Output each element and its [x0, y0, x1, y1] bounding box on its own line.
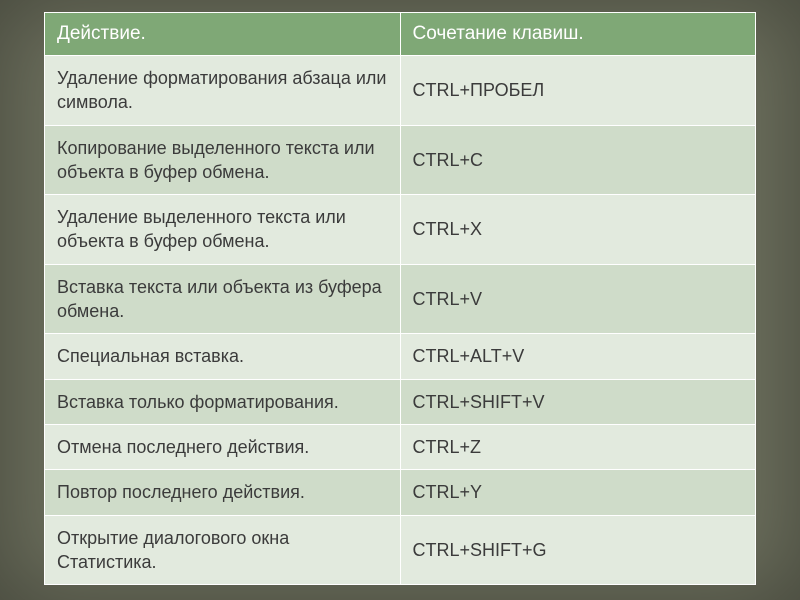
cell-action: Повтор последнего действия.	[45, 470, 401, 515]
table-row: Специальная вставка. CTRL+ALT+V	[45, 334, 756, 379]
table-row: Вставка текста или объекта из буфера обм…	[45, 264, 756, 334]
table-header-row: Действие. Сочетание клавиш.	[45, 13, 756, 56]
table-row: Повтор последнего действия. CTRL+Y	[45, 470, 756, 515]
cell-shortcut: CTRL+V	[400, 264, 756, 334]
cell-shortcut: CTRL+SHIFT+V	[400, 379, 756, 424]
header-action: Действие.	[45, 13, 401, 56]
cell-shortcut: CTRL+ALT+V	[400, 334, 756, 379]
shortcuts-table: Действие. Сочетание клавиш. Удаление фор…	[44, 12, 756, 585]
cell-action: Специальная вставка.	[45, 334, 401, 379]
cell-action: Удаление форматирования абзаца или симво…	[45, 56, 401, 126]
table-row: Отмена последнего действия. CTRL+Z	[45, 424, 756, 469]
cell-action: Удаление выделенного текста или объекта …	[45, 195, 401, 265]
cell-shortcut: CTRL+C	[400, 125, 756, 195]
cell-shortcut: CTRL+Y	[400, 470, 756, 515]
table-row: Вставка только форматирования. CTRL+SHIF…	[45, 379, 756, 424]
table-row: Копирование выделенного текста или объек…	[45, 125, 756, 195]
cell-action: Вставка текста или объекта из буфера обм…	[45, 264, 401, 334]
table-row: Открытие диалогового окна Статистика. CT…	[45, 515, 756, 585]
table-row: Удаление выделенного текста или объекта …	[45, 195, 756, 265]
cell-shortcut: CTRL+SHIFT+G	[400, 515, 756, 585]
cell-shortcut: CTRL+Z	[400, 424, 756, 469]
header-shortcut: Сочетание клавиш.	[400, 13, 756, 56]
table-row: Удаление форматирования абзаца или симво…	[45, 56, 756, 126]
cell-shortcut: CTRL+ПРОБЕЛ	[400, 56, 756, 126]
cell-action: Вставка только форматирования.	[45, 379, 401, 424]
cell-action: Открытие диалогового окна Статистика.	[45, 515, 401, 585]
cell-shortcut: CTRL+X	[400, 195, 756, 265]
cell-action: Копирование выделенного текста или объек…	[45, 125, 401, 195]
cell-action: Отмена последнего действия.	[45, 424, 401, 469]
